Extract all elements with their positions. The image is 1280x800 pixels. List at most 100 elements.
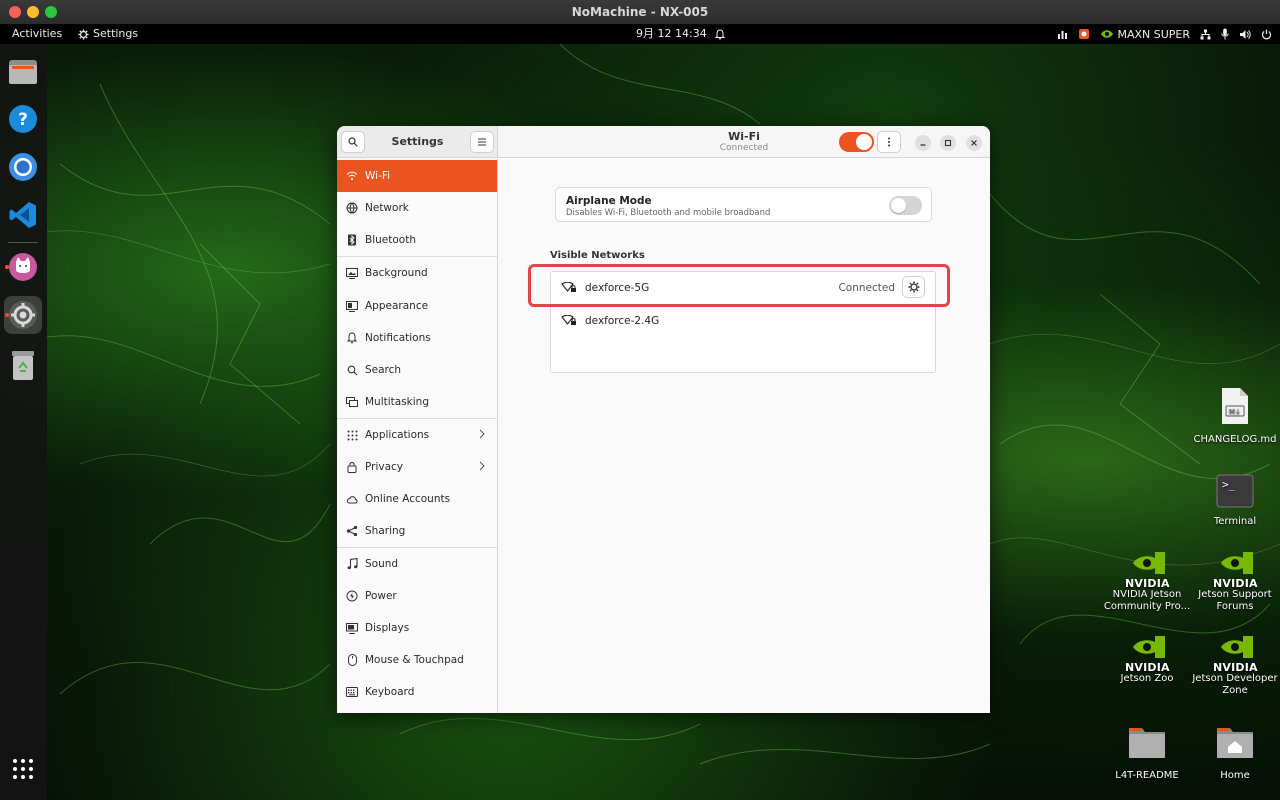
desktop-icon-label: Jetson Support Forums xyxy=(1198,589,1272,612)
desktop-icon-label: Home xyxy=(1220,770,1250,781)
sidebar-item-label: Sharing xyxy=(365,525,406,537)
minimize-icon xyxy=(920,144,926,146)
markdown-file-icon: M↓ xyxy=(1222,388,1248,424)
clock[interactable]: 9月 12 14:34 xyxy=(636,24,725,44)
running-indicator xyxy=(5,313,9,317)
help-icon: ? xyxy=(9,105,37,133)
dock-chromium[interactable] xyxy=(4,148,42,186)
nvidia-wordmark: NVIDIA xyxy=(1213,661,1258,674)
power-icon[interactable] xyxy=(1261,29,1272,40)
desktop-icon-jetson-zoo[interactable]: NVIDIA Jetson Zoo xyxy=(1102,636,1192,685)
activities-button[interactable]: Activities xyxy=(12,24,62,44)
dock-vscode[interactable] xyxy=(4,196,42,234)
sidebar-item-appearance[interactable]: Appearance xyxy=(337,290,497,322)
desktop-icon-changelog[interactable]: M↓ CHANGELOG.md xyxy=(1190,386,1280,446)
sidebar-item-bluetooth[interactable]: Bluetooth xyxy=(337,224,497,256)
app-grid-icon xyxy=(13,759,33,779)
airplane-mode-toggle[interactable] xyxy=(889,196,922,215)
network-tray-icon[interactable] xyxy=(1200,29,1211,40)
zoom-window-button[interactable] xyxy=(45,6,57,18)
vscode-icon xyxy=(9,202,36,228)
sidebar-item-power[interactable]: Power xyxy=(337,580,497,612)
nvidia-logo-icon: NVIDIA xyxy=(1125,552,1170,590)
sidebar-item-applications[interactable]: Applications xyxy=(337,419,497,451)
minimize-button[interactable] xyxy=(915,135,931,151)
sidebar-item-online-accounts[interactable]: Online Accounts xyxy=(337,483,497,515)
microphone-icon[interactable] xyxy=(1221,28,1229,40)
nvidia-wordmark: NVIDIA xyxy=(1125,661,1170,674)
desktop-icon-label: CHANGELOG.md xyxy=(1193,434,1277,445)
desktop-icon-label: L4T-README xyxy=(1115,770,1179,781)
dock-trash[interactable] xyxy=(4,346,42,384)
remote-window-titlebar: NoMachine - NX-005 xyxy=(0,0,1280,24)
nvidia-wordmark: NVIDIA xyxy=(1213,577,1258,590)
airplane-mode-row: Airplane Mode Disables Wi-Fi, Bluetooth … xyxy=(555,187,932,222)
dock-cat-app[interactable] xyxy=(4,248,42,286)
desktop-icon-label: Jetson Zoo xyxy=(1120,673,1174,684)
settings-sidebar-header: Settings xyxy=(337,126,498,158)
power-mode-label: MAXN SUPER xyxy=(1117,27,1190,41)
bluetooth-icon xyxy=(346,234,358,246)
sidebar-item-multitasking[interactable]: Multitasking xyxy=(337,386,497,418)
dock-help[interactable]: ? xyxy=(4,100,42,138)
visible-networks-label: Visible Networks xyxy=(550,250,645,261)
close-button[interactable] xyxy=(966,135,982,151)
sidebar-item-label: Bluetooth xyxy=(365,234,416,246)
ubuntu-indicator-icon[interactable] xyxy=(1078,28,1090,40)
desktop-icon-nvidia-community[interactable]: NVIDIA NVIDIA Jetson Community Pro... xyxy=(1102,552,1192,613)
nvidia-eye-icon xyxy=(1101,30,1114,38)
desktop-icon-home[interactable]: Home xyxy=(1190,722,1280,782)
dock-settings[interactable] xyxy=(4,296,42,334)
network-row-dexforce-2-4g[interactable]: dexforce-2.4G xyxy=(551,305,935,337)
sidebar-item-label: Notifications xyxy=(365,332,431,344)
wifi-panel: Airplane Mode Disables Wi-Fi, Bluetooth … xyxy=(499,159,990,713)
sidebar-item-wifi[interactable]: Wi-Fi xyxy=(337,160,497,192)
display-icon xyxy=(346,622,358,634)
show-applications-button[interactable] xyxy=(4,750,42,788)
sidebar-item-network[interactable]: Network xyxy=(337,192,497,224)
desktop-icon-l4t-readme[interactable]: L4T-README xyxy=(1102,722,1192,782)
app-menu-label: Settings xyxy=(93,27,139,40)
app-menu[interactable]: Settings xyxy=(78,24,138,44)
sidebar-item-sharing[interactable]: Sharing xyxy=(337,515,497,547)
minimize-window-button[interactable] xyxy=(27,6,39,18)
dock-files[interactable] xyxy=(4,52,42,90)
sidebar-item-label: Sound xyxy=(365,558,399,570)
chart-icon[interactable] xyxy=(1057,29,1068,40)
folder-icon xyxy=(9,60,37,84)
network-ssid: dexforce-2.4G xyxy=(585,315,660,327)
gear-icon xyxy=(78,28,89,40)
close-window-button[interactable] xyxy=(9,6,21,18)
nvidia-logo-icon: NVIDIA xyxy=(1125,636,1170,674)
svg-text:M↓: M↓ xyxy=(1229,408,1241,416)
maximize-button[interactable] xyxy=(940,135,956,151)
apps-icon xyxy=(346,429,358,441)
sidebar-item-label: Appearance xyxy=(365,300,429,312)
main-menu-button[interactable] xyxy=(470,131,494,153)
nvidia-indicator[interactable]: MAXN SUPER xyxy=(1100,28,1190,41)
nvidia-wordmark: NVIDIA xyxy=(1125,577,1170,590)
wifi-toggle[interactable] xyxy=(839,132,874,152)
sidebar-item-privacy[interactable]: Privacy xyxy=(337,451,497,483)
wifi-options-button[interactable] xyxy=(877,131,901,153)
volume-icon[interactable] xyxy=(1239,29,1251,40)
sidebar-item-sound[interactable]: Sound xyxy=(337,548,497,580)
svg-text:>_: >_ xyxy=(1222,478,1236,491)
desktop-icon-jetson-dev-zone[interactable]: NVIDIA Jetson Developer Zone xyxy=(1190,636,1280,697)
sidebar-item-mouse-touchpad[interactable]: Mouse & Touchpad xyxy=(337,644,497,676)
sidebar-item-background[interactable]: Background xyxy=(337,257,497,289)
sidebar-item-notifications[interactable]: Notifications xyxy=(337,322,497,354)
highlight-annotation xyxy=(528,264,950,307)
desktop-icon-terminal[interactable]: >_ Terminal xyxy=(1190,474,1280,528)
hamburger-menu-icon xyxy=(478,138,486,146)
system-tray[interactable]: MAXN SUPER xyxy=(1057,24,1272,44)
sidebar-item-keyboard[interactable]: Keyboard xyxy=(337,676,497,708)
background-icon xyxy=(346,267,358,279)
nvidia-logo-icon: NVIDIA xyxy=(1213,552,1258,590)
sidebar-item-search[interactable]: Search xyxy=(337,354,497,386)
svg-text:?: ? xyxy=(18,110,28,130)
desktop-icon-jetson-support[interactable]: NVIDIA Jetson Support Forums xyxy=(1190,552,1280,613)
desktop-icon-label: Jetson Developer Zone xyxy=(1192,673,1278,696)
sidebar-item-displays[interactable]: Displays xyxy=(337,612,497,644)
settings-window: Settings Wi-Fi Connected Wi-Fi Network B… xyxy=(337,126,990,713)
